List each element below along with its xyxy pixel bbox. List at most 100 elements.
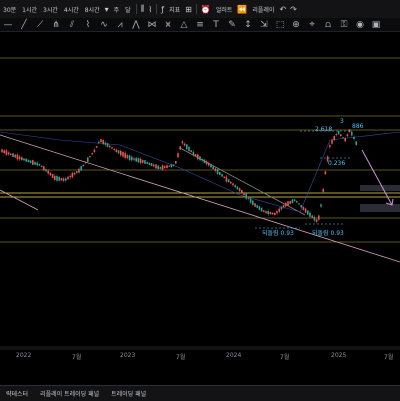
redo-icon[interactable]: ↷ (288, 5, 299, 14)
tab-trading-panel[interactable]: 트레이딩 패널 (105, 389, 152, 398)
candle-body (300, 205, 302, 208)
candle-body (208, 162, 210, 166)
candle-body (62, 178, 65, 182)
candle-body (115, 149, 118, 153)
undo-icon[interactable]: ↶ (277, 5, 288, 14)
line-style-icon[interactable]: ⌇ (146, 5, 154, 14)
candle-body (346, 134, 349, 137)
candle-body (219, 172, 221, 175)
indicators-button[interactable]: 지표 (166, 5, 183, 14)
ray-icon[interactable]: ⟋ (32, 20, 48, 30)
trash-icon[interactable]: ▣ (368, 20, 384, 30)
candle-body (175, 161, 177, 164)
indicators-icon[interactable]: ƒ (159, 5, 166, 14)
text-icon[interactable]: T (208, 20, 224, 30)
price-chart[interactable]: 2.618 3 886 0.236 되돌림 0.93 되돌림 0.93 (0, 32, 400, 370)
price-range-icon[interactable]: ↕ (240, 20, 256, 30)
retest-right-label: 되돌림 0.93 (312, 230, 344, 237)
brush-icon[interactable]: ✎ (224, 20, 240, 30)
pitchfork-icon[interactable]: ⋔ (48, 20, 64, 30)
candle-body (276, 211, 278, 214)
candle-body (293, 199, 296, 201)
top-toolbar: 30분 1시간 3시간 4시간 8시간 ▾ 주 달 ⫼ ⌇ ƒ 지표 ⊞ ⏰ 얼… (0, 0, 400, 19)
candle-body (322, 189, 324, 192)
candle-body (168, 165, 170, 167)
head-shoulders-icon[interactable]: ⩙ (160, 20, 176, 30)
alarm-clock-icon[interactable]: ⏰ (199, 5, 213, 14)
lock-icon[interactable]: ⚿ (336, 20, 352, 30)
replay-button[interactable]: 리플레이 (249, 5, 277, 14)
candle-body (95, 145, 98, 148)
candle-body (80, 166, 82, 171)
magnet-icon[interactable]: ⩍ (320, 20, 336, 30)
channel-icon[interactable]: ⫽ (64, 20, 80, 30)
interval-3h[interactable]: 3시간 (40, 5, 61, 14)
interval-month[interactable]: 달 (122, 5, 134, 14)
candle-body (298, 203, 300, 205)
ruler-icon[interactable]: ⌖ (304, 20, 320, 30)
gray-zone (360, 185, 400, 191)
interval-4h[interactable]: 4시간 (61, 5, 82, 14)
tab-replay-trading-panel[interactable]: 리플레이 트레이딩 패널 (34, 389, 105, 398)
pattern-icon[interactable]: ⋀ (128, 20, 144, 30)
interval-week[interactable]: 주 (111, 5, 123, 14)
interval-30m[interactable]: 30분 (0, 5, 19, 14)
chart-canvas[interactable] (0, 32, 400, 370)
candle-body (16, 154, 19, 160)
candle-body (197, 154, 199, 160)
divider (156, 4, 158, 14)
candle-body (205, 161, 208, 165)
interval-8h[interactable]: 8시간 (82, 5, 103, 14)
candle-body (333, 135, 335, 141)
tab-strategy-tester[interactable]: 략테스터 (0, 389, 34, 398)
gray-zone (360, 204, 400, 212)
candle-body (265, 211, 267, 214)
candle-body (243, 192, 245, 196)
eye-icon[interactable]: ◉ (352, 20, 368, 30)
alert-button[interactable]: 얼러트 (213, 5, 236, 14)
gray-zones (360, 185, 400, 212)
candle-body (212, 166, 214, 170)
candle-body (263, 210, 265, 212)
candle-body (29, 160, 32, 163)
candle-body (82, 164, 85, 167)
fib-icon[interactable]: ≡ (192, 20, 208, 30)
divider (195, 4, 197, 14)
candle-body (56, 176, 58, 181)
tag-icon[interactable]: ⬚ (272, 20, 288, 30)
candle-style-icon[interactable]: ⫼ (139, 4, 147, 14)
retest-left-label: 되돌림 0.93 (262, 230, 294, 237)
candle-body (155, 164, 157, 169)
layout-grid-icon[interactable]: ⊞ (183, 5, 194, 14)
candle-body (256, 205, 258, 208)
candle-body (7, 152, 10, 155)
interval-1h[interactable]: 1시간 (19, 5, 40, 14)
zoom-icon[interactable]: ⊕ (288, 20, 304, 30)
candle-body (278, 208, 280, 212)
x-axis[interactable]: 2022 7월 2023 7월 2024 7월 2025 7월 (0, 350, 400, 362)
candle-body (124, 153, 126, 158)
menu-icon[interactable]: — (0, 20, 16, 30)
xabcd-icon[interactable]: ⋈ (144, 20, 160, 30)
candle-body (238, 188, 241, 192)
candle-body (304, 208, 307, 213)
trend-line-icon[interactable]: ╱ (16, 20, 32, 30)
replay-icon[interactable]: ⏪ (235, 5, 249, 14)
candle-body (172, 164, 175, 166)
candle-body (135, 157, 137, 162)
measure-icon[interactable]: ⇲ (256, 20, 272, 30)
wave-123-icon[interactable]: ⩘ (112, 20, 128, 30)
candle-body (236, 186, 239, 190)
candle-body (287, 201, 289, 206)
chevron-down-icon[interactable]: ▾ (103, 5, 111, 14)
candle-body (45, 169, 47, 172)
candle-body (67, 176, 69, 180)
candle-body (113, 148, 115, 151)
triangle-icon[interactable]: △ (176, 20, 192, 30)
elliott-wave-icon[interactable]: ⌇ (80, 20, 96, 30)
descending-trendline (0, 134, 400, 263)
wave-abc-icon[interactable]: ∿ (96, 20, 112, 30)
support-resistance-lines (0, 57, 400, 243)
candle-body (252, 200, 254, 206)
candle-body (315, 219, 318, 222)
